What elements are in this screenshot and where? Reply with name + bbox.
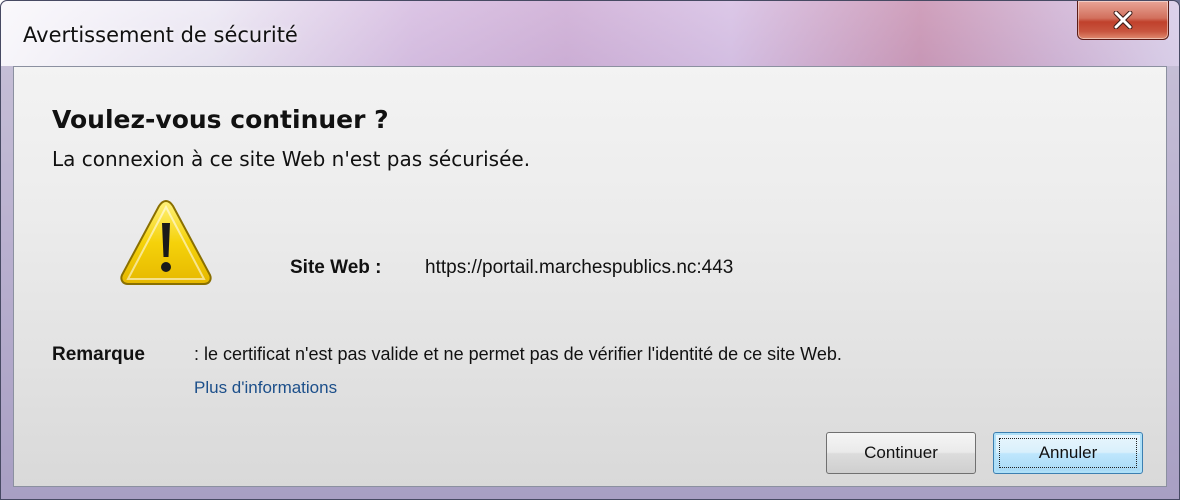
close-icon (1112, 11, 1134, 29)
warning-triangle-icon (118, 197, 214, 287)
dialog-subheading: La connexion à ce site Web n'est pas séc… (52, 147, 531, 171)
remark-label: Remarque (52, 344, 145, 365)
focus-ring (999, 438, 1137, 468)
more-info-link[interactable]: Plus d'informations (194, 378, 337, 398)
dialog-heading: Voulez-vous continuer ? (52, 105, 389, 134)
title-bar[interactable]: Avertissement de sécurité (1, 1, 1179, 66)
security-warning-dialog: Avertissement de sécurité Voulez-vous co… (0, 0, 1180, 500)
dialog-content: Voulez-vous continuer ? La connexion à c… (13, 66, 1167, 487)
site-label: Site Web : (290, 257, 382, 278)
close-button[interactable] (1077, 1, 1169, 40)
site-url: https://portail.marchespublics.nc:443 (425, 257, 734, 278)
window-title: Avertissement de sécurité (23, 23, 298, 47)
continue-button-label: Continuer (864, 443, 938, 462)
cancel-button[interactable]: Annuler (993, 432, 1143, 474)
remark-text: : le certificat n'est pas valide et ne p… (194, 344, 842, 364)
continue-button[interactable]: Continuer (826, 432, 976, 474)
